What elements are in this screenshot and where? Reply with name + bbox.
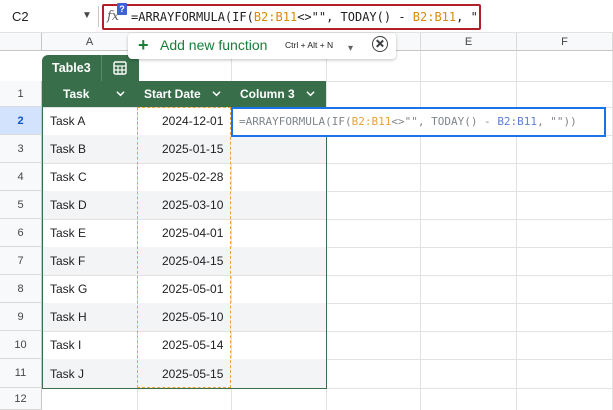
row-header-10[interactable]: 10 bbox=[0, 331, 42, 359]
table-name-chip[interactable]: Table3 bbox=[42, 55, 139, 81]
name-box-value: C2 bbox=[12, 9, 29, 24]
column-header-e[interactable]: E bbox=[421, 33, 517, 51]
table-icon bbox=[113, 61, 127, 75]
chevron-down-icon[interactable] bbox=[116, 89, 125, 98]
formula-text: <>"", TODAY() - bbox=[297, 10, 413, 24]
row-header-5[interactable]: 5 bbox=[0, 191, 42, 219]
formula-range-ref: B2:B11 bbox=[351, 115, 392, 128]
name-box-dropdown-icon[interactable]: ▼ bbox=[82, 10, 92, 21]
formula-range-ref: B2:B11 bbox=[497, 115, 538, 128]
formula-text: =ARRAYFORMULA(IF( bbox=[131, 10, 254, 24]
row-header-7[interactable]: 7 bbox=[0, 247, 42, 275]
chevron-down-icon[interactable] bbox=[306, 89, 315, 98]
row-header-12[interactable]: 12 bbox=[0, 388, 42, 410]
row-header-3[interactable]: 3 bbox=[0, 135, 42, 163]
formula-text: =ARRAYFORMULA(IF( bbox=[239, 115, 352, 128]
add-function-label[interactable]: Add new function bbox=[160, 37, 267, 53]
table-name[interactable]: Table3 bbox=[42, 55, 101, 81]
formula-text: , "")) bbox=[537, 115, 577, 128]
formula-text: <>"", TODAY() - bbox=[391, 115, 498, 128]
formula-text: , "")) bbox=[456, 10, 479, 24]
column-header-f[interactable]: F bbox=[517, 33, 613, 51]
spreadsheet-grid: A B C D E F 1 2 3 4 5 6 7 8 9 10 11 12 T… bbox=[0, 33, 613, 410]
shortcut-hint: Ctrl + Alt + N bbox=[285, 40, 334, 50]
formula-help-icon[interactable]: ? bbox=[117, 3, 127, 15]
row-header-1[interactable]: 1 bbox=[0, 81, 42, 107]
column-header-a[interactable]: A bbox=[42, 33, 138, 51]
formula-range-ref: B2:B11 bbox=[253, 10, 298, 24]
referenced-range-highlight bbox=[137, 107, 231, 388]
select-all-corner[interactable] bbox=[0, 33, 42, 51]
plus-icon: + bbox=[138, 35, 149, 55]
table-header-start-date[interactable]: Start Date bbox=[144, 81, 201, 107]
close-icon[interactable] bbox=[372, 36, 388, 52]
formula-bar-row: C2 ▼ =ARRAYFORMULA(IF(B2:B11<>"", TODAY(… bbox=[0, 0, 613, 33]
row-header-11[interactable]: 11 bbox=[0, 359, 42, 388]
table-header-column-3[interactable]: Column 3 bbox=[240, 81, 295, 107]
divider bbox=[98, 6, 99, 27]
grid-line bbox=[420, 51, 421, 410]
formula-range-ref: B2:B11 bbox=[412, 10, 457, 24]
row-header-4[interactable]: 4 bbox=[0, 163, 42, 191]
row-header-8[interactable]: 8 bbox=[0, 275, 42, 303]
table-header-task[interactable]: Task bbox=[63, 81, 89, 107]
row-header-6[interactable]: 6 bbox=[0, 219, 42, 247]
active-cell-editor[interactable]: =ARRAYFORMULA(IF(B2:B11<>"", TODAY() - B… bbox=[231, 107, 606, 137]
grid-line bbox=[516, 51, 517, 410]
row-header-2[interactable]: 2 bbox=[0, 107, 42, 135]
chevron-down-icon[interactable]: ▾ bbox=[348, 43, 353, 54]
row-header-9[interactable]: 9 bbox=[0, 303, 42, 331]
table-name-label: Table3 bbox=[52, 61, 91, 75]
table-header-row: Task Start Date Column 3 bbox=[42, 81, 326, 107]
add-function-suggestion[interactable]: + Add new function Ctrl + Alt + N ▾ bbox=[128, 33, 396, 59]
formula-input[interactable]: =ARRAYFORMULA(IF(B2:B11<>"", TODAY() - B… bbox=[102, 4, 481, 30]
chevron-down-icon[interactable] bbox=[212, 89, 221, 98]
